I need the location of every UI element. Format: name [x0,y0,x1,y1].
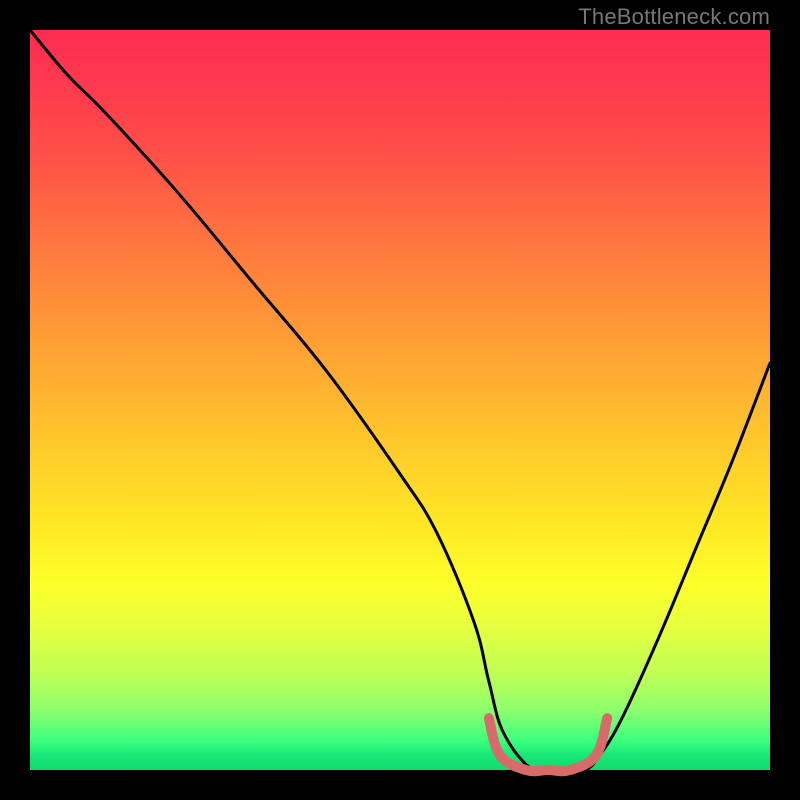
bottleneck-curve-svg [30,30,770,770]
watermark-text: TheBottleneck.com [578,4,770,30]
chart-container: TheBottleneck.com [0,0,800,800]
plot-area [30,30,770,770]
bottleneck-curve [30,30,770,773]
optimal-band-marker [489,718,607,771]
